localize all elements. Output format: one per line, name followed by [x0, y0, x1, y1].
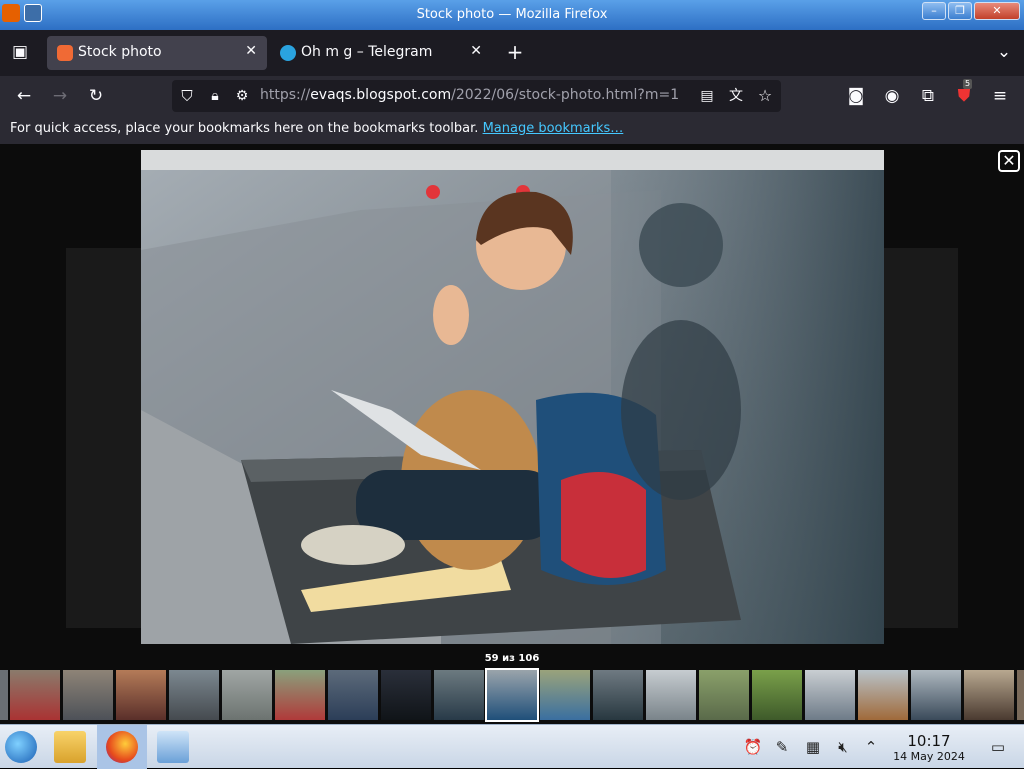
tab-close-icon[interactable]: ✕ [245, 43, 257, 59]
maximize-button[interactable]: ❐ [948, 2, 972, 20]
tracking-shield-icon[interactable]: ⛉ [176, 85, 198, 107]
bookmarks-toolbar: For quick access, place your bookmarks h… [0, 116, 1024, 144]
thumbnail[interactable] [275, 670, 325, 720]
forward-button[interactable]: → [49, 85, 71, 107]
tab-label: Stock photo [78, 44, 162, 60]
clipboard-icon[interactable]: ✎ [772, 737, 792, 757]
app-menu-icon[interactable]: ≡ [989, 85, 1011, 107]
thumbnail[interactable] [540, 670, 590, 720]
thumbnail[interactable] [699, 670, 749, 720]
thumbnail[interactable] [858, 670, 908, 720]
close-window-button[interactable]: ✕ [974, 2, 1020, 20]
tab-telegram[interactable]: Oh m g – Telegram ✕ [270, 36, 492, 70]
bookmark-star-icon[interactable]: ☆ [754, 85, 776, 107]
thumbnail[interactable] [0, 670, 8, 720]
system-monitor-icon[interactable] [157, 731, 189, 763]
thumbnail-active[interactable] [485, 668, 539, 722]
thumbnail[interactable] [964, 670, 1014, 720]
firefox-taskbar-button[interactable] [97, 725, 147, 769]
thumbnail[interactable] [381, 670, 431, 720]
lightbox-photo[interactable] [141, 150, 884, 644]
firefox-view-icon[interactable]: ▣ [9, 41, 31, 63]
tab-label: Oh m g – Telegram [301, 44, 433, 60]
firefox-icon [106, 731, 138, 763]
back-button[interactable]: ← [13, 85, 35, 107]
minimize-button[interactable]: – [922, 2, 946, 20]
page-content: ✕ 59 из 106 [0, 144, 1024, 724]
clock-time[interactable]: 10:17 [890, 732, 968, 750]
list-tabs-chevron-down-icon[interactable]: ⌄ [993, 41, 1015, 63]
thumbnail[interactable] [434, 670, 484, 720]
thumbnail[interactable] [169, 670, 219, 720]
photo-counter: 59 из 106 [484, 653, 540, 664]
thumbnail[interactable] [752, 670, 802, 720]
manage-bookmarks-link[interactable]: Manage bookmarks… [483, 121, 624, 136]
reload-button[interactable]: ↻ [85, 85, 107, 107]
tab-close-icon[interactable]: ✕ [470, 43, 482, 59]
show-desktop-icon[interactable]: ▭ [988, 737, 1008, 757]
url-bar[interactable]: ⛉ 🔒︎ ⚙ https://evaqs.blogspot.com/2022/0… [172, 80, 781, 112]
url-text[interactable]: https://evaqs.blogspot.com/2022/06/stock… [260, 87, 679, 103]
account-icon[interactable]: ◉ [881, 85, 903, 107]
clock-date[interactable]: 14 May 2024 [884, 750, 974, 763]
thumbnail[interactable] [805, 670, 855, 720]
bookmarks-hint: For quick access, place your bookmarks h… [10, 121, 624, 136]
thumbnail-strip [0, 668, 1024, 722]
extensions-icon[interactable]: ⧉ [917, 85, 939, 107]
thumbnail[interactable] [222, 670, 272, 720]
lightbox-close-button[interactable]: ✕ [998, 150, 1020, 172]
tray-expand-chevron-up-icon[interactable]: ⌃ [861, 737, 881, 757]
lock-icon[interactable]: 🔒︎ [204, 85, 226, 107]
permissions-icon[interactable]: ⚙ [231, 85, 253, 107]
thumbnail[interactable] [593, 670, 643, 720]
telegram-icon [280, 45, 296, 61]
file-manager-icon[interactable] [54, 731, 86, 763]
tab-stock-photo[interactable]: Stock photo ✕ [47, 36, 267, 70]
start-menu-icon[interactable] [5, 731, 37, 763]
thumbnail[interactable] [911, 670, 961, 720]
new-tab-button[interactable]: + [504, 41, 526, 63]
thumbnail[interactable] [63, 670, 113, 720]
window-title: Stock photo — Mozilla Firefox [416, 7, 608, 22]
storage-icon[interactable]: ▦ [803, 737, 823, 757]
thumbnail[interactable] [328, 670, 378, 720]
extension-badge-count: 5 [963, 79, 973, 89]
blogger-icon [57, 45, 73, 61]
navigation-toolbar: ← → ↻ ⛉ 🔒︎ ⚙ https://evaqs.blogspot.com/… [0, 76, 1024, 116]
reader-view-icon[interactable]: ▤ [696, 85, 718, 107]
thumbnail[interactable] [1017, 670, 1024, 720]
thumbnail[interactable] [10, 670, 60, 720]
volume-muted-icon[interactable]: 🔇︎ [833, 737, 853, 757]
ublock-extension-icon[interactable]: ⛊ 5 [953, 79, 975, 107]
thumbnail[interactable] [116, 670, 166, 720]
window-titlebar: Stock photo — Mozilla Firefox – ❐ ✕ [0, 0, 1024, 30]
pocket-icon[interactable]: ◙ [845, 85, 867, 107]
thumbnail[interactable] [646, 670, 696, 720]
translate-icon[interactable]: 文 [725, 85, 747, 107]
taskbar: ⏰ ✎ ▦ 🔇︎ ⌃ 10:17 14 May 2024 ▭ [0, 724, 1024, 769]
notifications-icon[interactable]: ⏰ [743, 737, 763, 757]
tab-strip: ▣ Stock photo ✕ Oh m g – Telegram ✕ + ⌄ [0, 30, 1024, 76]
boy-with-laptop-image [141, 150, 884, 644]
